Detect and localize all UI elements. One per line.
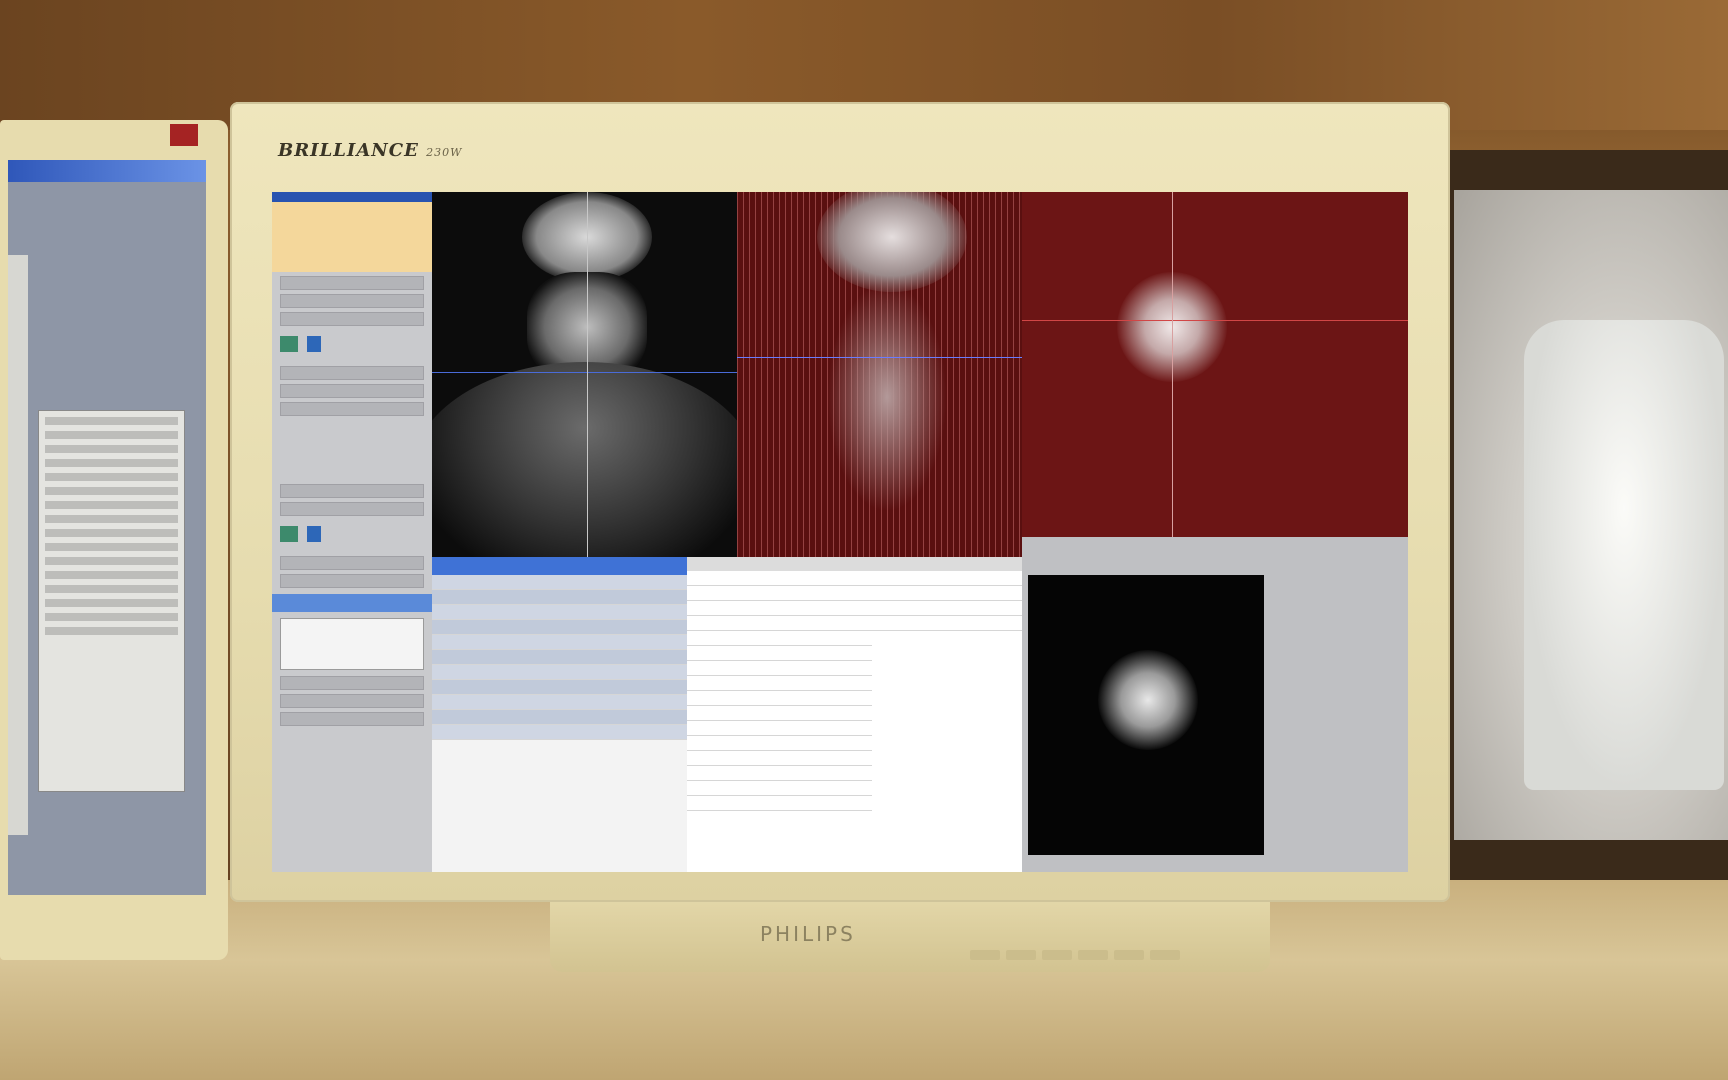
list-item[interactable] <box>432 605 687 620</box>
crosshair-vertical <box>1172 192 1173 537</box>
brand-name: BRILLIANCE <box>278 140 419 161</box>
left-monitor-screen <box>8 160 206 895</box>
list-item[interactable] <box>432 680 687 695</box>
right-monitor-screen <box>1454 190 1728 840</box>
panel-field[interactable] <box>280 312 424 326</box>
viewport-axial-preview[interactable] <box>1028 575 1264 855</box>
sagittal-head <box>817 192 967 292</box>
panel-field[interactable] <box>280 556 424 570</box>
monitor-button[interactable] <box>1150 950 1180 960</box>
list-item[interactable] <box>432 725 687 740</box>
protocol-list <box>687 557 872 872</box>
list-item[interactable] <box>687 616 872 631</box>
crosshair-vertical <box>587 192 588 557</box>
panel-field[interactable] <box>280 676 424 690</box>
list-item[interactable] <box>432 665 687 680</box>
panel-field[interactable] <box>280 384 424 398</box>
viewport-axial[interactable] <box>1022 192 1408 557</box>
viewport-sagittal[interactable] <box>737 192 1022 557</box>
monitor-brand: BRILLIANCE 230W <box>278 140 462 161</box>
monitor-button[interactable] <box>970 950 1000 960</box>
panel-button[interactable] <box>280 712 424 726</box>
list-item[interactable] <box>687 601 872 616</box>
list-item[interactable] <box>687 571 872 586</box>
list-item[interactable] <box>687 676 872 691</box>
monitor-badge-icon <box>170 124 198 146</box>
list-item[interactable] <box>687 751 872 766</box>
tree-item[interactable] <box>872 601 1022 616</box>
list-item[interactable] <box>687 736 872 751</box>
monitor-button[interactable] <box>1114 950 1144 960</box>
study-header <box>272 202 432 272</box>
monitor-maker-logo: PHILIPS <box>760 922 856 946</box>
monitor-stand <box>550 892 1270 972</box>
list-item[interactable] <box>432 695 687 710</box>
main-monitor: BRILLIANCE 230W PHILIPS <box>230 102 1450 972</box>
list-item[interactable] <box>687 646 872 661</box>
list-item[interactable] <box>432 590 687 605</box>
window-title-bar <box>8 160 206 182</box>
list-item[interactable] <box>687 796 872 811</box>
tree-list <box>872 557 1022 872</box>
list-item[interactable] <box>687 661 872 676</box>
series-list <box>432 557 687 872</box>
monitor-bezel: BRILLIANCE 230W <box>230 102 1450 902</box>
tree-item[interactable] <box>872 586 1022 601</box>
control-panel <box>272 192 432 872</box>
status-box <box>280 618 424 670</box>
list-item[interactable] <box>687 631 872 646</box>
monitor-button[interactable] <box>1042 950 1072 960</box>
panel-field[interactable] <box>280 694 424 708</box>
panel-title-bar <box>272 192 432 202</box>
list-item[interactable] <box>687 781 872 796</box>
list-item[interactable] <box>432 635 687 650</box>
monitor-buttons <box>970 950 1180 960</box>
side-strip <box>8 255 28 835</box>
list-item[interactable] <box>687 706 872 721</box>
patient-gown <box>1524 320 1724 790</box>
list-item[interactable] <box>432 710 687 725</box>
tree-item[interactable] <box>872 571 1022 586</box>
list-item[interactable] <box>687 691 872 706</box>
panel-field[interactable] <box>280 402 424 416</box>
crosshair-horizontal <box>432 372 737 373</box>
coronal-shoulders <box>432 362 737 557</box>
series-list-header <box>432 557 687 575</box>
panel-field[interactable] <box>280 484 424 498</box>
right-monitor <box>1432 150 1728 880</box>
sagittal-neck <box>827 282 947 512</box>
preview-panel <box>1022 537 1408 872</box>
list-item[interactable] <box>432 575 687 590</box>
left-monitor <box>0 120 228 960</box>
tree-list-header <box>872 557 1022 571</box>
tool-icon[interactable] <box>280 336 298 352</box>
viewport-coronal[interactable] <box>432 192 737 557</box>
main-screen <box>272 192 1408 872</box>
view-mode-icon[interactable] <box>280 526 298 542</box>
crosshair-horizontal <box>1022 320 1408 321</box>
layout-icon[interactable] <box>307 526 322 542</box>
panel-field[interactable] <box>280 366 424 380</box>
list-item[interactable] <box>687 586 872 601</box>
panel-field[interactable] <box>280 502 424 516</box>
axial-preview-slice <box>1098 650 1198 750</box>
brand-suffix: 230W <box>426 146 463 159</box>
list-item[interactable] <box>432 650 687 665</box>
panel-field[interactable] <box>280 574 424 588</box>
tree-item[interactable] <box>872 616 1022 631</box>
selected-item[interactable] <box>272 594 432 612</box>
crosshair-horizontal <box>737 357 1022 358</box>
list-item[interactable] <box>687 766 872 781</box>
dialog-window <box>38 410 185 792</box>
list-item[interactable] <box>432 620 687 635</box>
panel-field[interactable] <box>280 294 424 308</box>
list-item[interactable] <box>687 721 872 736</box>
tool-icon[interactable] <box>307 336 322 352</box>
monitor-button[interactable] <box>1078 950 1108 960</box>
panel-field[interactable] <box>280 276 424 290</box>
monitor-button[interactable] <box>1006 950 1036 960</box>
protocol-list-header <box>687 557 872 571</box>
